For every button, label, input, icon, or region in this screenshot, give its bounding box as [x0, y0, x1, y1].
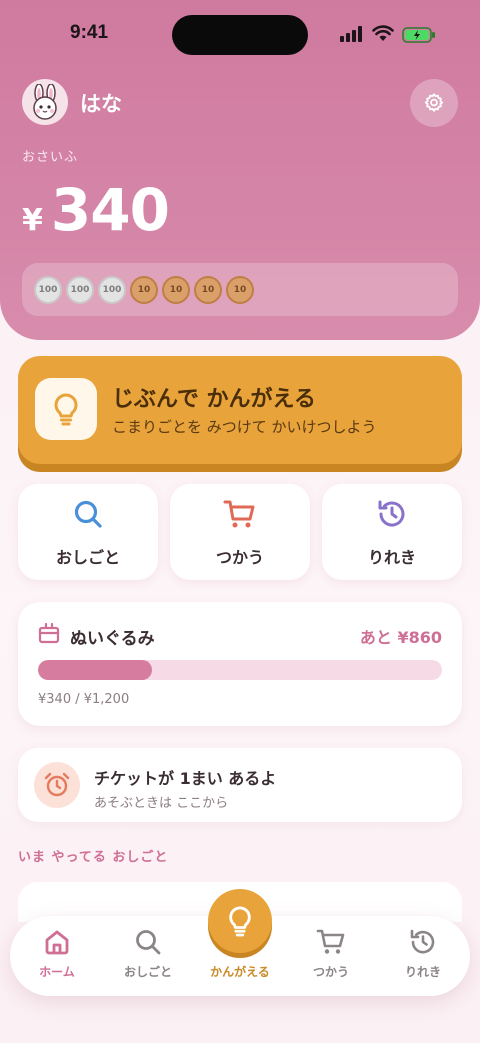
- section-label-current-jobs: いま やってる おしごと: [18, 850, 169, 865]
- goal-remaining: あと ¥860: [359, 628, 442, 647]
- coins-bar: 100 100 100 10 10 10 10: [22, 263, 458, 316]
- search-icon: [74, 500, 102, 528]
- tab-label: りれき: [404, 965, 441, 979]
- user-name: はな: [80, 92, 122, 116]
- goal-title: ぬいぐるみ: [70, 629, 155, 649]
- coin-100: 100: [98, 275, 126, 304]
- rabbit-icon: [33, 84, 57, 120]
- status-bar: 9:41: [0, 0, 480, 70]
- history-icon: [378, 500, 405, 527]
- balance-amount: 340: [50, 176, 170, 244]
- currency-symbol: ¥: [22, 203, 43, 238]
- goal-progress-fill: [38, 660, 153, 680]
- quick-action-jobs[interactable]: おしごと: [18, 484, 158, 580]
- gift-icon: [38, 622, 60, 644]
- avatar[interactable]: [22, 79, 68, 125]
- think-card-title: じぶんで かんがえる: [112, 387, 316, 412]
- cart-icon: [316, 929, 345, 954]
- think-center-button[interactable]: [208, 889, 272, 953]
- goal-progress-text: ¥340 / ¥1,200: [38, 692, 130, 707]
- tab-label: つかう: [312, 965, 349, 979]
- coin-10: 10: [162, 275, 190, 304]
- cart-icon: [223, 500, 255, 528]
- gear-icon: [424, 93, 444, 112]
- search-icon: [136, 930, 161, 955]
- lightbulb-icon: [54, 393, 78, 426]
- wallet-label: おさいふ: [22, 150, 79, 165]
- tab-label: おしごと: [123, 965, 172, 979]
- coin-10: 10: [226, 275, 254, 304]
- home-icon: [45, 930, 69, 955]
- tab-history[interactable]: りれき: [378, 916, 468, 996]
- settings-button[interactable]: [410, 79, 458, 127]
- quick-action-label: りれき: [367, 548, 416, 567]
- ticket-subtitle: あそぶときは ここから: [94, 796, 229, 811]
- think-icon-box: [35, 378, 97, 440]
- ticket-title: チケットが 1まい あるよ: [94, 769, 277, 788]
- goal-progress-bar: [38, 660, 442, 680]
- quick-action-spend[interactable]: つかう: [170, 484, 310, 580]
- history-icon: [410, 929, 435, 954]
- tab-label: かんがえる: [210, 965, 270, 979]
- coin-10: 10: [194, 275, 222, 304]
- quick-action-label: つかう: [215, 548, 264, 567]
- savings-goal-card[interactable]: ぬいぐるみ あと ¥860 ¥340 / ¥1,200: [18, 602, 462, 726]
- tab-spend[interactable]: つかう: [286, 916, 376, 996]
- alarm-clock-icon: [44, 772, 70, 797]
- wifi-icon: [372, 25, 394, 41]
- ticket-icon-circle: [34, 762, 80, 808]
- coin-100: 100: [66, 275, 94, 304]
- tab-home[interactable]: ホーム: [12, 916, 102, 996]
- quick-action-history[interactable]: りれき: [322, 484, 462, 580]
- quick-action-label: おしごと: [55, 548, 120, 567]
- status-time: 9:41: [70, 22, 109, 43]
- dynamic-island: [172, 15, 308, 55]
- think-card-subtitle: こまりごとを みつけて かいけつしよう: [112, 418, 377, 436]
- lightbulb-icon: [229, 906, 251, 937]
- coin-100: 100: [34, 275, 62, 304]
- ticket-card[interactable]: チケットが 1まい あるよ あそぶときは ここから: [18, 748, 462, 822]
- tab-jobs[interactable]: おしごと: [103, 916, 193, 996]
- tab-label: ホーム: [39, 965, 75, 979]
- wallet-balance: ¥ 340: [22, 176, 170, 244]
- think-card-button[interactable]: じぶんで かんがえる こまりごとを みつけて かいけつしよう: [18, 356, 462, 464]
- signal-icon: [340, 26, 362, 42]
- coin-10: 10: [130, 275, 158, 304]
- battery-icon: [402, 27, 435, 43]
